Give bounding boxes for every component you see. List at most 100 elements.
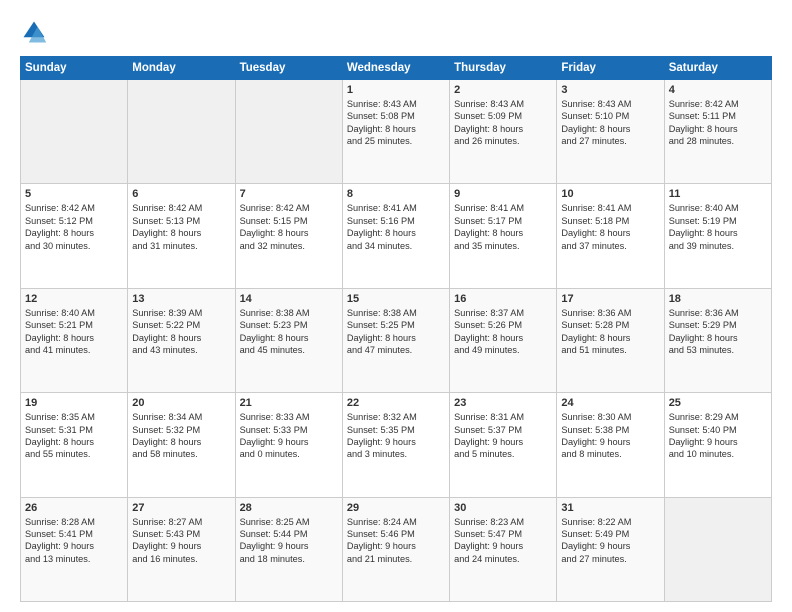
day-number: 2 — [454, 84, 552, 96]
day-number: 31 — [561, 502, 659, 514]
calendar-week-row: 19Sunrise: 8:35 AM Sunset: 5:31 PM Dayli… — [21, 393, 772, 497]
weekday-header: Tuesday — [235, 57, 342, 80]
cell-content: Sunrise: 8:42 AM Sunset: 5:12 PM Dayligh… — [25, 202, 123, 252]
cell-content: Sunrise: 8:41 AM Sunset: 5:18 PM Dayligh… — [561, 202, 659, 252]
day-number: 30 — [454, 502, 552, 514]
day-number: 4 — [669, 84, 767, 96]
calendar-week-row: 1 Sunrise: 8:43 AM Sunset: 5:08 PM Daylig… — [21, 80, 772, 184]
weekday-row: SundayMondayTuesdayWednesdayThursdayFrid… — [21, 57, 772, 80]
cell-content: Sunrise: 8:43 AM Sunset: 5:09 PM Dayligh… — [454, 98, 552, 148]
calendar-cell: 18Sunrise: 8:36 AM Sunset: 5:29 PM Dayli… — [664, 288, 771, 392]
day-number: 21 — [240, 397, 338, 409]
calendar-cell: 16 Sunrise: 8:37 AM Sunset: 5:26 PM Dayli… — [450, 288, 557, 392]
logo — [20, 18, 52, 46]
day-number: 11 — [669, 188, 767, 200]
cell-content: Sunrise: 8:29 AM Sunset: 5:40 PM Dayligh… — [669, 411, 767, 461]
day-number: 1 — [347, 84, 445, 96]
cell-content: Sunrise: 8:28 AM Sunset: 5:41 PM Dayligh… — [25, 516, 123, 566]
cell-content: Sunrise: 8:41 AM Sunset: 5:16 PM Dayligh… — [347, 202, 445, 252]
cell-content: Sunrise: 8:39 AM Sunset: 5:22 PM Dayligh… — [132, 307, 230, 357]
weekday-header: Monday — [128, 57, 235, 80]
weekday-header: Saturday — [664, 57, 771, 80]
calendar-cell — [128, 80, 235, 184]
calendar-table: SundayMondayTuesdayWednesdayThursdayFrid… — [20, 56, 772, 602]
cell-content: Sunrise: 8:43 AM Sunset: 5:08 PM Dayligh… — [347, 98, 445, 148]
day-number: 23 — [454, 397, 552, 409]
calendar-cell: 23 Sunrise: 8:31 AM Sunset: 5:37 PM Dayli… — [450, 393, 557, 497]
day-number: 24 — [561, 397, 659, 409]
calendar-cell: 29Sunrise: 8:24 AM Sunset: 5:46 PM Dayli… — [342, 497, 449, 601]
calendar-cell: 31 Sunrise: 8:22 AM Sunset: 5:49 PM Dayli… — [557, 497, 664, 601]
cell-content: Sunrise: 8:38 AM Sunset: 5:23 PM Dayligh… — [240, 307, 338, 357]
calendar-cell: 21 Sunrise: 8:33 AM Sunset: 5:33 PM Dayli… — [235, 393, 342, 497]
cell-content: Sunrise: 8:41 AM Sunset: 5:17 PM Dayligh… — [454, 202, 552, 252]
day-number: 26 — [25, 502, 123, 514]
weekday-header: Sunday — [21, 57, 128, 80]
day-number: 17 — [561, 293, 659, 305]
calendar-cell: 5 Sunrise: 8:42 AM Sunset: 5:12 PM Daylig… — [21, 184, 128, 288]
calendar-cell: 26 Sunrise: 8:28 AM Sunset: 5:41 PM Dayli… — [21, 497, 128, 601]
cell-content: Sunrise: 8:33 AM Sunset: 5:33 PM Dayligh… — [240, 411, 338, 461]
calendar-cell: 20Sunrise: 8:34 AM Sunset: 5:32 PM Dayli… — [128, 393, 235, 497]
calendar-cell: 10 Sunrise: 8:41 AM Sunset: 5:18 PM Dayli… — [557, 184, 664, 288]
cell-content: Sunrise: 8:40 AM Sunset: 5:21 PM Dayligh… — [25, 307, 123, 357]
day-number: 6 — [132, 188, 230, 200]
cell-content: Sunrise: 8:36 AM Sunset: 5:28 PM Dayligh… — [561, 307, 659, 357]
calendar-cell: 14Sunrise: 8:38 AM Sunset: 5:23 PM Dayli… — [235, 288, 342, 392]
cell-content: Sunrise: 8:31 AM Sunset: 5:37 PM Dayligh… — [454, 411, 552, 461]
calendar-cell: 2 Sunrise: 8:43 AM Sunset: 5:09 PM Daylig… — [450, 80, 557, 184]
day-number: 9 — [454, 188, 552, 200]
calendar-cell: 8 Sunrise: 8:41 AM Sunset: 5:16 PM Daylig… — [342, 184, 449, 288]
calendar-cell: 1 Sunrise: 8:43 AM Sunset: 5:08 PM Daylig… — [342, 80, 449, 184]
cell-content: Sunrise: 8:35 AM Sunset: 5:31 PM Dayligh… — [25, 411, 123, 461]
day-number: 25 — [669, 397, 767, 409]
calendar-cell: 27 Sunrise: 8:27 AM Sunset: 5:43 PM Dayli… — [128, 497, 235, 601]
day-number: 8 — [347, 188, 445, 200]
calendar-cell: 11 Sunrise: 8:40 AM Sunset: 5:19 PM Dayli… — [664, 184, 771, 288]
calendar-cell: 9 Sunrise: 8:41 AM Sunset: 5:17 PM Daylig… — [450, 184, 557, 288]
calendar-cell: 30Sunrise: 8:23 AM Sunset: 5:47 PM Dayli… — [450, 497, 557, 601]
cell-content: Sunrise: 8:25 AM Sunset: 5:44 PM Dayligh… — [240, 516, 338, 566]
cell-content: Sunrise: 8:27 AM Sunset: 5:43 PM Dayligh… — [132, 516, 230, 566]
calendar-cell: 17 Sunrise: 8:36 AM Sunset: 5:28 PM Dayli… — [557, 288, 664, 392]
day-number: 10 — [561, 188, 659, 200]
calendar-week-row: 12 Sunrise: 8:40 AM Sunset: 5:21 PM Dayli… — [21, 288, 772, 392]
calendar-week-row: 26 Sunrise: 8:28 AM Sunset: 5:41 PM Dayli… — [21, 497, 772, 601]
cell-content: Sunrise: 8:38 AM Sunset: 5:25 PM Dayligh… — [347, 307, 445, 357]
cell-content: Sunrise: 8:42 AM Sunset: 5:13 PM Dayligh… — [132, 202, 230, 252]
cell-content: Sunrise: 8:22 AM Sunset: 5:49 PM Dayligh… — [561, 516, 659, 566]
calendar-cell: 24Sunrise: 8:30 AM Sunset: 5:38 PM Dayli… — [557, 393, 664, 497]
day-number: 18 — [669, 293, 767, 305]
calendar-page: SundayMondayTuesdayWednesdayThursdayFrid… — [0, 0, 792, 612]
day-number: 7 — [240, 188, 338, 200]
day-number: 29 — [347, 502, 445, 514]
day-number: 3 — [561, 84, 659, 96]
header — [20, 18, 772, 46]
cell-content: Sunrise: 8:40 AM Sunset: 5:19 PM Dayligh… — [669, 202, 767, 252]
cell-content: Sunrise: 8:43 AM Sunset: 5:10 PM Dayligh… — [561, 98, 659, 148]
calendar-cell — [235, 80, 342, 184]
calendar-cell — [21, 80, 128, 184]
calendar-week-row: 5 Sunrise: 8:42 AM Sunset: 5:12 PM Daylig… — [21, 184, 772, 288]
day-number: 22 — [347, 397, 445, 409]
day-number: 12 — [25, 293, 123, 305]
calendar-cell: 4Sunrise: 8:42 AM Sunset: 5:11 PM Daylig… — [664, 80, 771, 184]
calendar-cell: 3 Sunrise: 8:43 AM Sunset: 5:10 PM Daylig… — [557, 80, 664, 184]
day-number: 16 — [454, 293, 552, 305]
calendar-cell: 28 Sunrise: 8:25 AM Sunset: 5:44 PM Dayli… — [235, 497, 342, 601]
day-number: 28 — [240, 502, 338, 514]
calendar-header: SundayMondayTuesdayWednesdayThursdayFrid… — [21, 57, 772, 80]
calendar-cell: 19Sunrise: 8:35 AM Sunset: 5:31 PM Dayli… — [21, 393, 128, 497]
weekday-header: Wednesday — [342, 57, 449, 80]
calendar-cell: 25 Sunrise: 8:29 AM Sunset: 5:40 PM Dayli… — [664, 393, 771, 497]
day-number: 27 — [132, 502, 230, 514]
calendar-body: 1 Sunrise: 8:43 AM Sunset: 5:08 PM Daylig… — [21, 80, 772, 602]
calendar-cell: 13Sunrise: 8:39 AM Sunset: 5:22 PM Dayli… — [128, 288, 235, 392]
day-number: 5 — [25, 188, 123, 200]
cell-content: Sunrise: 8:37 AM Sunset: 5:26 PM Dayligh… — [454, 307, 552, 357]
calendar-cell: 7 Sunrise: 8:42 AM Sunset: 5:15 PM Daylig… — [235, 184, 342, 288]
cell-content: Sunrise: 8:32 AM Sunset: 5:35 PM Dayligh… — [347, 411, 445, 461]
calendar-cell: 22 Sunrise: 8:32 AM Sunset: 5:35 PM Dayli… — [342, 393, 449, 497]
weekday-header: Friday — [557, 57, 664, 80]
cell-content: Sunrise: 8:42 AM Sunset: 5:15 PM Dayligh… — [240, 202, 338, 252]
